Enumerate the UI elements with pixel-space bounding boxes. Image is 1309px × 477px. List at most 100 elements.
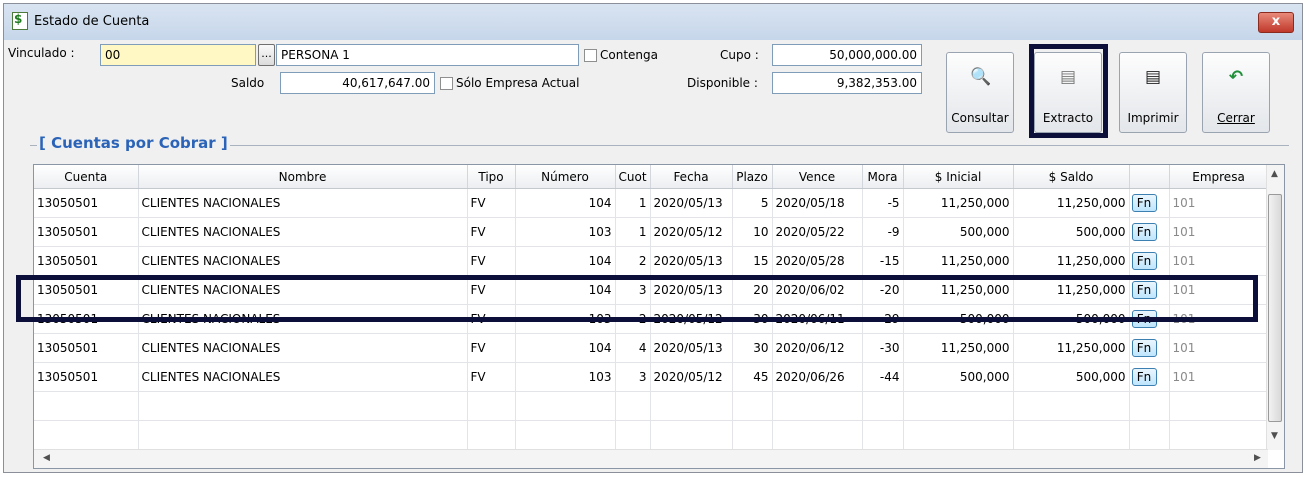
table-cell: 500,000 <box>903 362 1014 392</box>
table-cell <box>615 420 651 450</box>
fn-button[interactable]: Fn <box>1131 223 1157 241</box>
saldo-label: Saldo <box>231 76 265 90</box>
scroll-right-icon[interactable]: ▶ <box>1254 453 1261 463</box>
table-cell: 13050501 <box>34 333 139 363</box>
cupo-label: Cupo : <box>720 48 759 62</box>
fn-button[interactable]: Fn <box>1131 339 1157 357</box>
table-cell: FV <box>467 188 516 218</box>
table-cell <box>903 391 1014 421</box>
table-cell: 15 <box>732 246 773 276</box>
table-cell <box>515 391 616 421</box>
table-cell <box>1013 420 1130 450</box>
table-cell: 101 <box>1169 217 1269 247</box>
table-cell <box>732 420 773 450</box>
table-cell: 11,250,000 <box>903 333 1014 363</box>
table-cell: FV <box>467 362 516 392</box>
persona-field[interactable]: PERSONA 1 <box>276 44 579 66</box>
estado-cuenta-window: Estado de Cuenta x Vinculado : 00 ... PE… <box>3 3 1303 473</box>
scroll-down-icon[interactable]: ▼ <box>1271 431 1278 441</box>
window-title: Estado de Cuenta <box>34 14 150 29</box>
column-header[interactable]: Cuenta <box>34 165 139 189</box>
disponible-label: Disponible : <box>687 76 758 90</box>
table-cell: 101 <box>1169 188 1269 218</box>
vinculado-field[interactable]: 00 <box>100 44 256 66</box>
table-row[interactable]: 13050501 CLIENTES NACIONALES FV 104 2 2020/05… <box>34 246 1269 276</box>
imprimir-button[interactable]: ▤ Imprimir <box>1119 52 1187 133</box>
table-cell <box>862 391 904 421</box>
table-cell <box>903 420 1014 450</box>
app-icon <box>12 12 28 30</box>
table-cell: 101 <box>1169 362 1269 392</box>
title-bar: Estado de Cuenta x <box>4 4 1302 40</box>
table-cell: 11,250,000 <box>1013 246 1130 276</box>
table-cell: 2020/05/12 <box>650 362 733 392</box>
fn-button[interactable]: Fn <box>1131 252 1157 270</box>
empty-row <box>34 420 1269 450</box>
close-button[interactable]: x <box>1258 12 1294 33</box>
table-cell <box>615 391 651 421</box>
table-cell: FV <box>467 333 516 363</box>
table-cell: 10 <box>732 217 773 247</box>
column-header[interactable]: $ Saldo <box>1013 165 1130 189</box>
table-cell: 5 <box>732 188 773 218</box>
scroll-up-icon[interactable]: ▲ <box>1271 169 1278 179</box>
table-cell: 13050501 <box>34 362 139 392</box>
table-cell: 104 <box>515 188 616 218</box>
table-cell: CLIENTES NACIONALES <box>138 246 468 276</box>
column-header[interactable]: Plazo <box>732 165 773 189</box>
column-header[interactable]: Vence <box>772 165 863 189</box>
table-cell: 13050501 <box>34 246 139 276</box>
consultar-button[interactable]: 🔍 Consultar <box>946 52 1014 133</box>
cuentas-por-cobrar-title: [ Cuentas por Cobrar ] <box>37 134 230 152</box>
column-header[interactable]: Fecha <box>650 165 733 189</box>
table-cell: 500,000 <box>903 217 1014 247</box>
table-cell: Fn <box>1129 246 1170 276</box>
solo-empresa-label: Sólo Empresa Actual <box>456 76 580 90</box>
table-row[interactable]: 13050501 CLIENTES NACIONALES FV 104 4 2020/05… <box>34 333 1269 363</box>
table-cell: 500,000 <box>1013 217 1130 247</box>
table-row[interactable]: 13050501 CLIENTES NACIONALES FV 103 3 2020/05… <box>34 362 1269 392</box>
table-cell <box>138 391 468 421</box>
consultar-label: Consultar <box>951 111 1009 125</box>
cupo-field: 50,000,000.00 <box>772 44 922 66</box>
cerrar-label: Cerrar <box>1217 111 1255 125</box>
column-header[interactable]: Tipo <box>467 165 516 189</box>
table-cell: Fn <box>1129 217 1170 247</box>
table-cell: 103 <box>515 217 616 247</box>
fn-button[interactable]: Fn <box>1131 194 1157 212</box>
table-cell: Fn <box>1129 333 1170 363</box>
vertical-scrollbar[interactable]: ▲ ▼ <box>1266 165 1284 450</box>
table-cell: 2020/05/13 <box>650 246 733 276</box>
vertical-scroll-thumb[interactable] <box>1268 194 1282 422</box>
lookup-button[interactable]: ... <box>258 44 275 66</box>
table-cell <box>650 391 733 421</box>
table-row[interactable]: 13050501 CLIENTES NACIONALES FV 103 1 2020/05… <box>34 217 1269 247</box>
solo-empresa-checkbox[interactable] <box>440 77 453 90</box>
column-header[interactable]: Empresa <box>1169 165 1269 189</box>
column-header[interactable]: Número <box>515 165 616 189</box>
table-cell: -5 <box>862 188 904 218</box>
table-cell: 11,250,000 <box>1013 188 1130 218</box>
table-cell: 11,250,000 <box>903 188 1014 218</box>
selected-row-highlight <box>16 275 1258 322</box>
column-header[interactable]: Mora <box>862 165 904 189</box>
column-header[interactable]: Nombre <box>138 165 468 189</box>
table-cell: 1 <box>615 188 651 218</box>
scroll-left-icon[interactable]: ◀ <box>43 453 50 463</box>
table-cell: 30 <box>732 333 773 363</box>
column-header[interactable]: $ Inicial <box>903 165 1014 189</box>
table-row[interactable]: 13050501 CLIENTES NACIONALES FV 104 1 2020/05… <box>34 188 1269 218</box>
contenga-checkbox[interactable] <box>584 49 597 62</box>
table-cell: 2020/05/28 <box>772 246 863 276</box>
table-cell: -9 <box>862 217 904 247</box>
horizontal-scrollbar[interactable]: ◀ ▶ <box>34 449 1268 468</box>
table-cell: 13050501 <box>34 188 139 218</box>
column-header[interactable]: Cuot <box>615 165 651 189</box>
table-cell: CLIENTES NACIONALES <box>138 362 468 392</box>
undo-arrow-icon: ↶ <box>1228 67 1244 87</box>
cerrar-button[interactable]: ↶ Cerrar <box>1202 52 1270 133</box>
table-cell: 103 <box>515 362 616 392</box>
table-cell <box>772 391 863 421</box>
fn-button[interactable]: Fn <box>1131 368 1157 386</box>
column-header[interactable] <box>1129 165 1170 189</box>
